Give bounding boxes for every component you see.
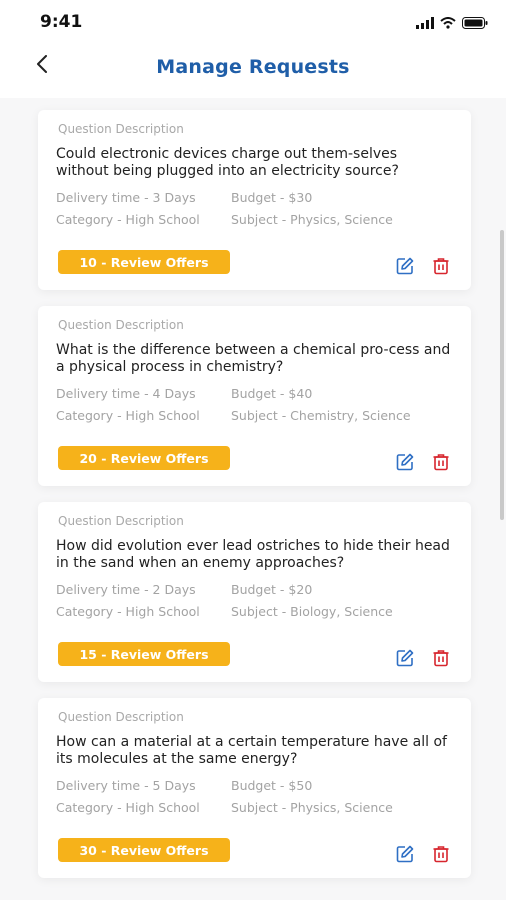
- delivery-time: Delivery time - 5 Days: [56, 778, 196, 793]
- status-bar: 9:41: [0, 0, 506, 42]
- delivery-time: Delivery time - 4 Days: [56, 386, 196, 401]
- card-actions: [395, 453, 451, 475]
- trash-icon: [432, 257, 450, 279]
- question-description-label: Question Description: [58, 318, 184, 332]
- trash-icon: [432, 845, 450, 867]
- subject: Subject - Physics, Science: [231, 212, 393, 227]
- scrollbar[interactable]: [500, 230, 504, 520]
- request-card: Question Description Could electronic de…: [38, 110, 471, 290]
- meta-row: Category - High School Subject - Biology…: [56, 604, 453, 619]
- edit-icon: [396, 257, 414, 279]
- meta-row: Category - High School Subject - Physics…: [56, 212, 453, 227]
- question-description-label: Question Description: [58, 122, 184, 136]
- card-actions: [395, 845, 451, 867]
- request-list: Question Description Could electronic de…: [38, 110, 471, 894]
- category: Category - High School: [56, 800, 200, 815]
- request-card: Question Description How can a material …: [38, 698, 471, 878]
- question-text: What is the difference between a chemica…: [56, 342, 451, 375]
- delivery-time: Delivery time - 3 Days: [56, 190, 196, 205]
- request-card: Question Description What is the differe…: [38, 306, 471, 486]
- card-actions: [395, 257, 451, 279]
- review-offers-button[interactable]: 15 - Review Offers: [58, 642, 230, 666]
- page-title: Manage Requests: [156, 56, 350, 78]
- delivery-time: Delivery time - 2 Days: [56, 582, 196, 597]
- budget: Budget - $30: [231, 190, 313, 205]
- budget: Budget - $20: [231, 582, 313, 597]
- subject: Subject - Chemistry, Science: [231, 408, 411, 423]
- question-text: Could electronic devices charge out them…: [56, 146, 399, 179]
- delete-button[interactable]: [431, 258, 451, 278]
- subject: Subject - Physics, Science: [231, 800, 393, 815]
- status-time: 9:41: [40, 12, 83, 32]
- question-text: How can a material at a certain temperat…: [56, 734, 447, 767]
- trash-icon: [432, 453, 450, 475]
- card-actions: [395, 649, 451, 671]
- delete-button[interactable]: [431, 454, 451, 474]
- budget: Budget - $50: [231, 778, 313, 793]
- trash-icon: [432, 649, 450, 671]
- meta-row: Delivery time - 5 Days Budget - $50: [56, 778, 453, 793]
- meta-row: Delivery time - 4 Days Budget - $40: [56, 386, 453, 401]
- question-description-label: Question Description: [58, 514, 184, 528]
- edit-icon: [396, 453, 414, 475]
- meta-row: Category - High School Subject - Chemist…: [56, 408, 453, 423]
- meta-row: Category - High School Subject - Physics…: [56, 800, 453, 815]
- meta-row: Delivery time - 3 Days Budget - $30: [56, 190, 453, 205]
- battery-icon: [462, 14, 488, 33]
- edit-icon: [396, 649, 414, 671]
- question-text: How did evolution ever lead ostriches to…: [56, 538, 450, 571]
- delete-button[interactable]: [431, 650, 451, 670]
- subject: Subject - Biology, Science: [231, 604, 393, 619]
- meta-row: Delivery time - 2 Days Budget - $20: [56, 582, 453, 597]
- edit-button[interactable]: [395, 257, 415, 279]
- category: Category - High School: [56, 408, 200, 423]
- signal-icon: [416, 14, 434, 33]
- category: Category - High School: [56, 604, 200, 619]
- header: Manage Requests: [0, 42, 506, 98]
- edit-icon: [396, 845, 414, 867]
- status-icons: [416, 14, 488, 33]
- review-offers-button[interactable]: 10 - Review Offers: [58, 250, 230, 274]
- edit-button[interactable]: [395, 845, 415, 867]
- question-description-label: Question Description: [58, 710, 184, 724]
- edit-button[interactable]: [395, 453, 415, 475]
- edit-button[interactable]: [395, 649, 415, 671]
- wifi-icon: [440, 14, 456, 33]
- request-card: Question Description How did evolution e…: [38, 502, 471, 682]
- category: Category - High School: [56, 212, 200, 227]
- budget: Budget - $40: [231, 386, 313, 401]
- delete-button[interactable]: [431, 846, 451, 866]
- review-offers-button[interactable]: 30 - Review Offers: [58, 838, 230, 862]
- review-offers-button[interactable]: 20 - Review Offers: [58, 446, 230, 470]
